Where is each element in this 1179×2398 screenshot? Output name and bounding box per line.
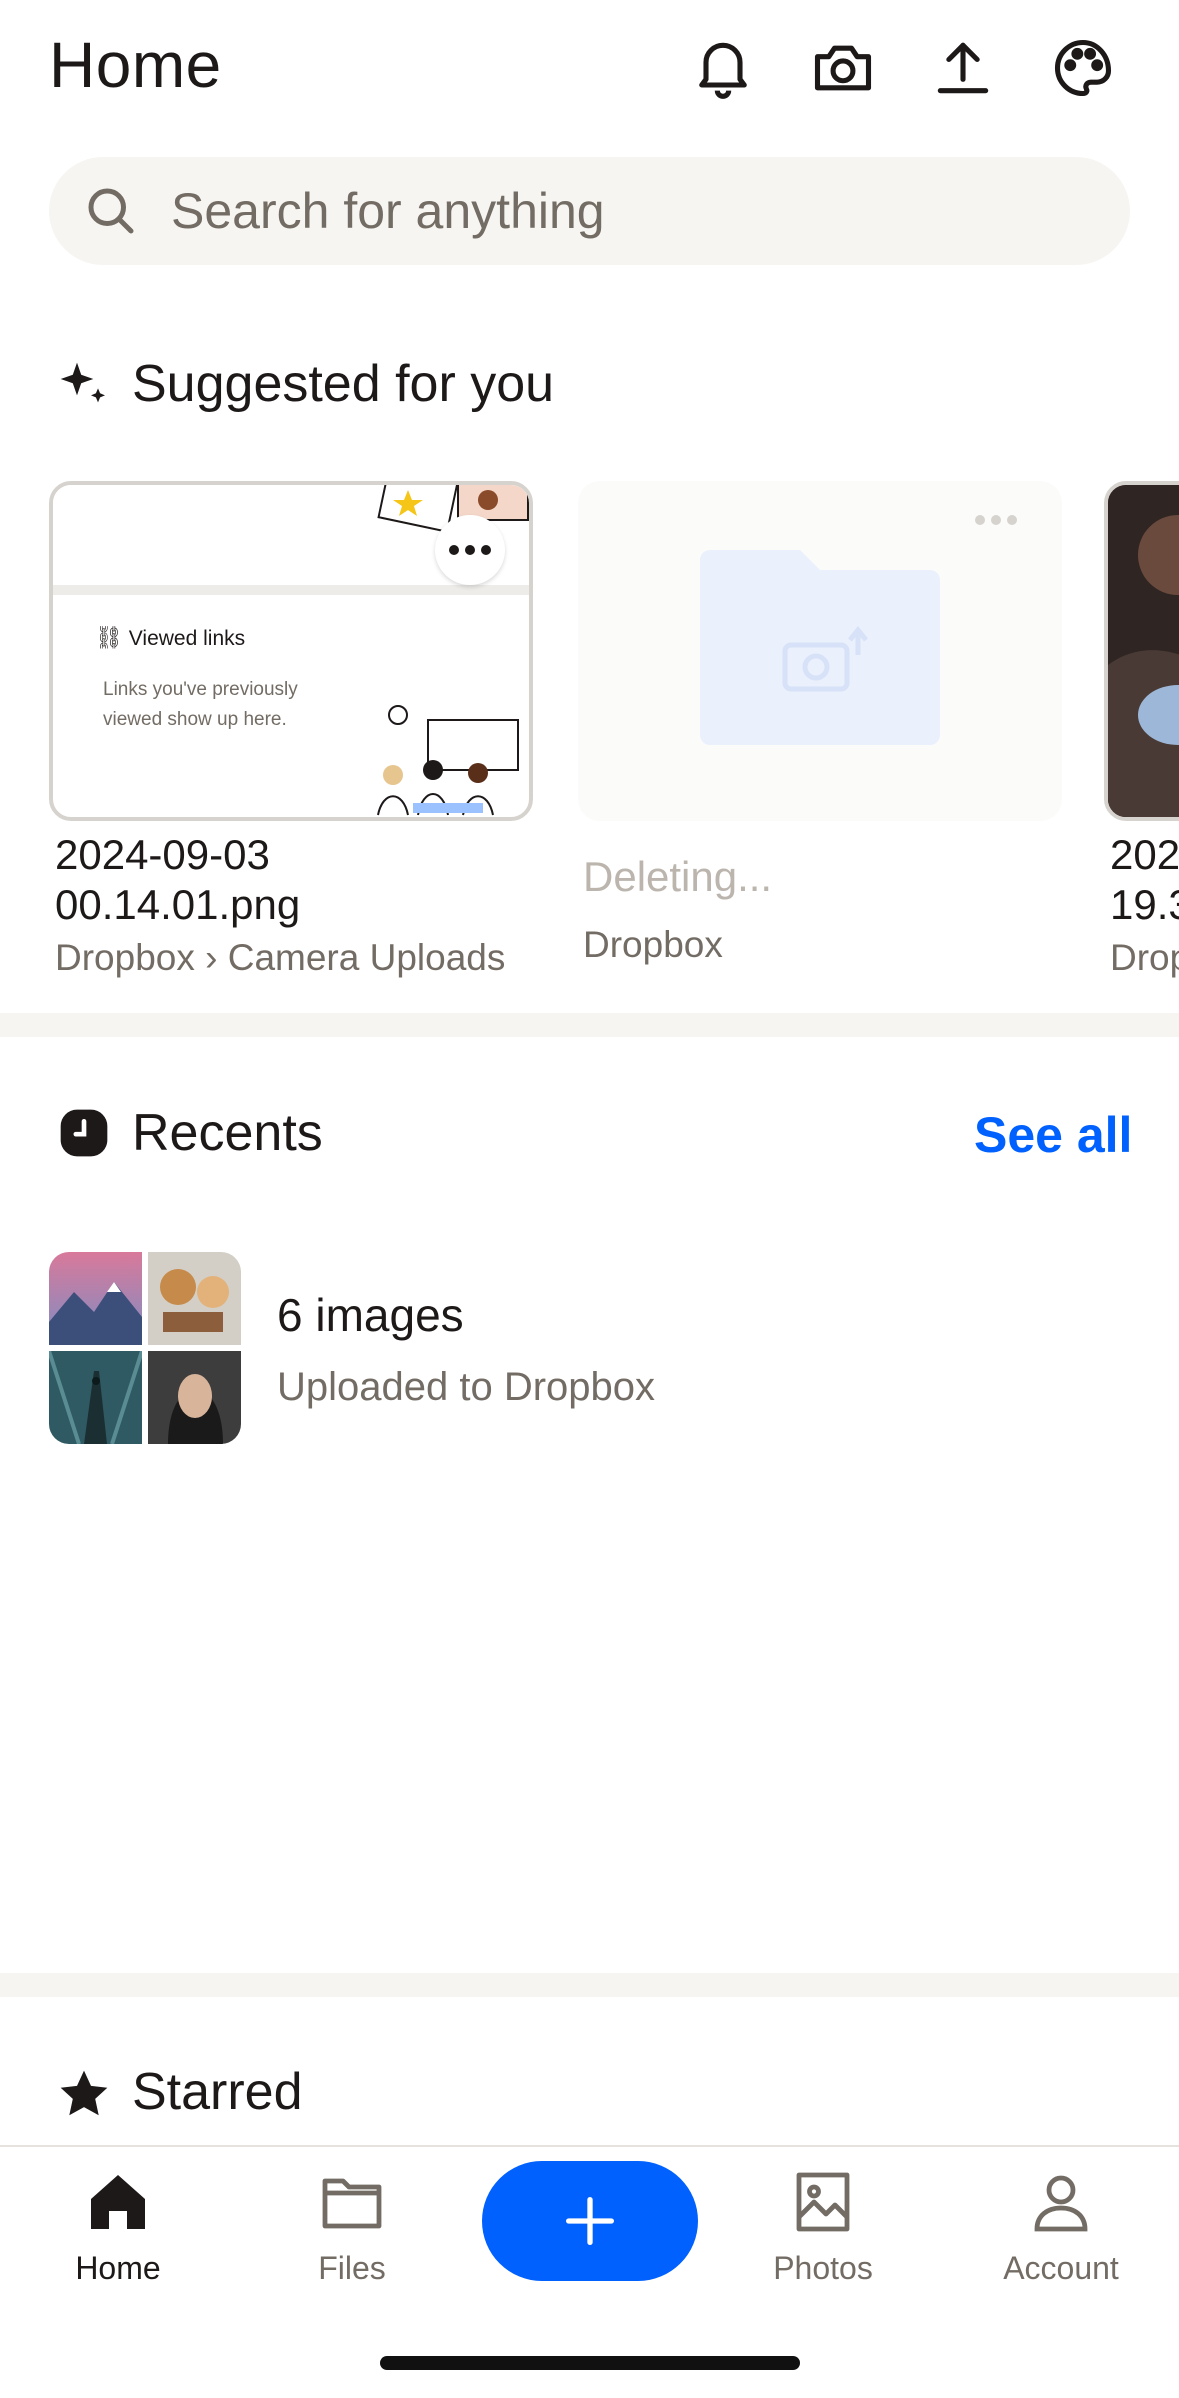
folder-camera-icon [700, 550, 940, 745]
card-2-status: Deleting... [583, 853, 773, 900]
thumb-cupcakes [148, 1252, 241, 1345]
recent-item-title[interactable]: 6 images [277, 1288, 464, 1342]
preview-text-line1: Links you've previously [103, 679, 298, 700]
sparkle-icon [60, 362, 105, 403]
home-icon [91, 2175, 145, 2229]
camera-icon [814, 45, 872, 91]
recent-thumbnails[interactable] [49, 1252, 241, 1444]
create-button[interactable] [482, 2161, 698, 2281]
suggested-card-1[interactable]: ⛓ Viewed links Links you've previously v… [49, 481, 533, 821]
star-icon [60, 2070, 108, 2116]
palette-icon [1054, 39, 1112, 97]
nav-photos-label: Photos [773, 2250, 873, 2286]
photos-icon [796, 2172, 850, 2232]
notifications-button[interactable] [685, 30, 761, 106]
preview-title: Viewed links [128, 627, 246, 650]
card-more-button-disabled[interactable] [972, 515, 1020, 525]
camera-button[interactable] [805, 30, 881, 106]
theme-button[interactable] [1045, 30, 1121, 106]
see-all-link[interactable]: See all [974, 1106, 1132, 1164]
card-3-name: 202 19.3 [1110, 831, 1179, 928]
card-2-location: Dropbox [583, 924, 723, 965]
nav-account-label: Account [1003, 2250, 1119, 2286]
search-input[interactable] [169, 181, 1073, 241]
upload-button[interactable] [925, 30, 1001, 106]
illustration-people [377, 705, 519, 816]
folder-icon [322, 2178, 382, 2229]
starred-title: Starred [132, 2063, 303, 2121]
thumb-portrait [148, 1351, 241, 1444]
account-icon [1034, 2175, 1088, 2232]
thumb-mountains [49, 1252, 142, 1345]
card-3-location: Drop [1110, 937, 1179, 978]
more-icon [972, 515, 1020, 525]
section-divider [0, 1973, 1179, 1997]
search-bar[interactable] [49, 157, 1130, 265]
photo-thumbnail [1108, 485, 1179, 817]
more-icon [446, 545, 494, 555]
card-1-name: 2024-09-03 00.14.01.png [55, 831, 301, 928]
nav-files[interactable]: Files [267, 2166, 437, 2287]
nav-files-label: Files [318, 2250, 386, 2286]
home-indicator[interactable] [380, 2356, 800, 2370]
suggested-card-3[interactable] [1104, 481, 1179, 821]
card-1-location: Dropbox › Camera Uploads [55, 937, 506, 978]
nav-account[interactable]: Account [976, 2166, 1146, 2287]
section-divider [0, 1013, 1179, 1037]
plus-icon [566, 2197, 614, 2245]
nav-photos[interactable]: Photos [738, 2166, 908, 2287]
suggested-card-2[interactable] [578, 481, 1062, 821]
card-more-button[interactable] [435, 515, 505, 585]
nav-home-label: Home [75, 2250, 161, 2286]
thumb-bridge [49, 1351, 142, 1444]
nav-home[interactable]: Home [33, 2166, 203, 2287]
page-title: Home [49, 29, 222, 101]
recents-title: Recents [132, 1104, 323, 1162]
bell-icon [699, 42, 747, 99]
clock-icon [60, 1109, 108, 1157]
recent-item-subtitle: Uploaded to Dropbox [277, 1365, 656, 1409]
suggested-title: Suggested for you [132, 355, 555, 413]
preview-text-line2: viewed show up here. [103, 709, 287, 730]
upload-icon [937, 42, 989, 94]
link-icon: ⛓ [95, 625, 123, 650]
search-icon [88, 188, 134, 234]
